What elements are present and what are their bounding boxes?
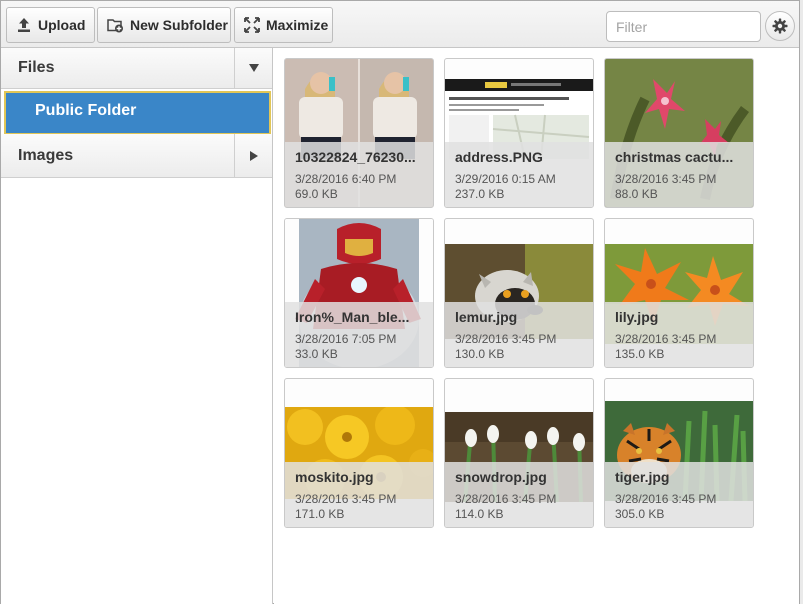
images-section-header[interactable]: Images: [1, 134, 272, 178]
folder-sidebar: Files Public Folder Images: [1, 48, 273, 604]
file-info: moskito.jpg 3/28/2016 3:45 PM 171.0 KB: [285, 462, 433, 527]
folder-item-public-folder[interactable]: Public Folder: [4, 91, 271, 135]
file-date: 3/28/2016 7:05 PM: [295, 332, 397, 346]
file-tile[interactable]: Iron%_Man_ble... 3/28/2016 7:05 PM 33.0 …: [284, 218, 434, 368]
file-info: Iron%_Man_ble... 3/28/2016 7:05 PM 33.0 …: [285, 302, 433, 367]
file-info: snowdrop.jpg 3/28/2016 3:45 PM 114.0 KB: [445, 462, 593, 527]
toolbar: Upload New Subfolder Maximize: [1, 1, 799, 48]
file-name: snowdrop.jpg: [455, 469, 547, 485]
file-tile[interactable]: moskito.jpg 3/28/2016 3:45 PM 171.0 KB: [284, 378, 434, 528]
upload-button[interactable]: Upload: [6, 7, 95, 43]
settings-button[interactable]: [765, 11, 795, 41]
file-tile[interactable]: snowdrop.jpg 3/28/2016 3:45 PM 114.0 KB: [444, 378, 594, 528]
upload-icon: [18, 18, 30, 32]
triangle-right-icon: [249, 150, 258, 161]
file-date: 3/28/2016 3:45 PM: [455, 492, 557, 506]
file-info: lemur.jpg 3/28/2016 3:45 PM 130.0 KB: [445, 302, 593, 367]
file-manager-window: Upload New Subfolder Maximize Filter Fil…: [0, 0, 800, 604]
file-info: christmas cactu... 3/28/2016 3:45 PM 88.…: [605, 142, 753, 207]
upload-label: Upload: [38, 17, 86, 33]
maximize-icon: [244, 17, 260, 33]
file-grid: 10322824_76230... 3/28/2016 6:40 PM 69.0…: [274, 48, 799, 604]
new-subfolder-label: New Subfolder: [130, 17, 229, 33]
file-tile[interactable]: tiger.jpg 3/28/2016 3:45 PM 305.0 KB: [604, 378, 754, 528]
filter-input[interactable]: [606, 11, 761, 42]
file-size: 114.0 KB: [455, 507, 504, 521]
file-size: 33.0 KB: [295, 347, 338, 361]
folder-item-label: Public Folder: [35, 102, 137, 119]
file-date: 3/29/2016 0:15 AM: [455, 172, 556, 186]
file-info: address.PNG 3/29/2016 0:15 AM 237.0 KB: [445, 142, 593, 207]
file-date: 3/28/2016 3:45 PM: [615, 492, 717, 506]
files-section-header[interactable]: Files: [1, 48, 272, 89]
file-size: 88.0 KB: [615, 187, 658, 201]
file-name: lily.jpg: [615, 309, 659, 325]
file-tile[interactable]: lemur.jpg 3/28/2016 3:45 PM 130.0 KB: [444, 218, 594, 368]
files-section-label: Files: [18, 59, 55, 76]
file-name: lemur.jpg: [455, 309, 518, 325]
new-subfolder-button[interactable]: New Subfolder: [97, 7, 231, 43]
file-info: lily.jpg 3/28/2016 3:45 PM 135.0 KB: [605, 302, 753, 367]
files-section-toggle[interactable]: [234, 48, 272, 88]
file-date: 3/28/2016 6:40 PM: [295, 172, 397, 186]
file-tile[interactable]: 10322824_76230... 3/28/2016 6:40 PM 69.0…: [284, 58, 434, 208]
file-name: christmas cactu...: [615, 149, 734, 165]
file-size: 237.0 KB: [455, 187, 505, 201]
file-name: moskito.jpg: [295, 469, 374, 485]
file-tile[interactable]: christmas cactu... 3/28/2016 3:45 PM 88.…: [604, 58, 754, 208]
file-date: 3/28/2016 3:45 PM: [455, 332, 557, 346]
maximize-button[interactable]: Maximize: [234, 7, 333, 43]
new-folder-icon: [107, 19, 123, 33]
file-size: 69.0 KB: [295, 187, 338, 201]
file-size: 305.0 KB: [615, 507, 665, 521]
file-name: Iron%_Man_ble...: [295, 309, 410, 325]
file-date: 3/28/2016 3:45 PM: [295, 492, 397, 506]
file-size: 135.0 KB: [615, 347, 665, 361]
images-section-label: Images: [18, 147, 74, 164]
file-info: tiger.jpg 3/28/2016 3:45 PM 305.0 KB: [605, 462, 753, 527]
file-size: 171.0 KB: [295, 507, 345, 521]
triangle-down-icon: [248, 64, 259, 72]
file-tile[interactable]: address.PNG 3/29/2016 0:15 AM 237.0 KB: [444, 58, 594, 208]
images-section-toggle[interactable]: [234, 134, 272, 177]
gear-icon: [772, 18, 788, 34]
file-name: address.PNG: [455, 149, 543, 165]
file-date: 3/28/2016 3:45 PM: [615, 332, 717, 346]
file-name: tiger.jpg: [615, 469, 670, 485]
file-tile[interactable]: lily.jpg 3/28/2016 3:45 PM 135.0 KB: [604, 218, 754, 368]
file-date: 3/28/2016 3:45 PM: [615, 172, 717, 186]
file-name: 10322824_76230...: [295, 149, 416, 165]
file-info: 10322824_76230... 3/28/2016 6:40 PM 69.0…: [285, 142, 433, 207]
maximize-label: Maximize: [266, 17, 329, 33]
file-size: 130.0 KB: [455, 347, 505, 361]
